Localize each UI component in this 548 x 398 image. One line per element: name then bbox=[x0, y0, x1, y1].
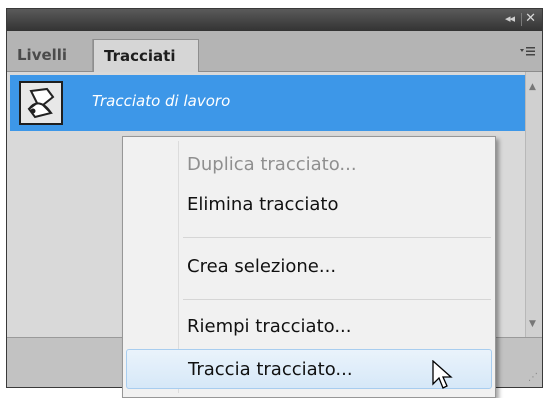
path-thumbnail bbox=[19, 81, 63, 125]
resize-grip-icon[interactable]: ⋰ bbox=[528, 372, 538, 383]
panel-menu-icon[interactable] bbox=[520, 45, 536, 60]
path-name: Tracciato di lavoro bbox=[92, 92, 231, 110]
path-shape-icon bbox=[27, 87, 55, 119]
menu-divider bbox=[183, 299, 491, 300]
path-row-selected[interactable]: Tracciato di lavoro bbox=[10, 75, 526, 131]
vertical-scrollbar[interactable]: ▲ ▼ bbox=[525, 72, 542, 337]
menu-item-duplica: Duplica tracciato... bbox=[187, 154, 357, 175]
menu-item-riempi[interactable]: Riempi tracciato... bbox=[187, 307, 491, 347]
scroll-up-icon[interactable]: ▲ bbox=[529, 82, 536, 92]
menu-divider bbox=[183, 237, 491, 238]
tab-tracciati[interactable]: Tracciati bbox=[93, 39, 199, 72]
menu-item-crea-selezione[interactable]: Crea selezione... bbox=[187, 247, 491, 287]
panel-tabbar: Livelli Tracciati bbox=[7, 31, 542, 72]
menu-item-elimina[interactable]: Elimina tracciato bbox=[187, 185, 491, 225]
close-icon[interactable]: ✕ bbox=[525, 11, 536, 26]
tab-livelli[interactable]: Livelli bbox=[7, 39, 93, 71]
mouse-pointer-icon bbox=[432, 360, 453, 389]
context-menu: Duplica tracciato... Elimina tracciato C… bbox=[122, 136, 496, 398]
collapse-icon[interactable]: ◂◂ bbox=[505, 12, 515, 25]
scroll-down-icon[interactable]: ▼ bbox=[529, 319, 536, 329]
titlebar-separator bbox=[521, 13, 522, 26]
panel-titlebar: ◂◂ ✕ bbox=[7, 9, 542, 31]
